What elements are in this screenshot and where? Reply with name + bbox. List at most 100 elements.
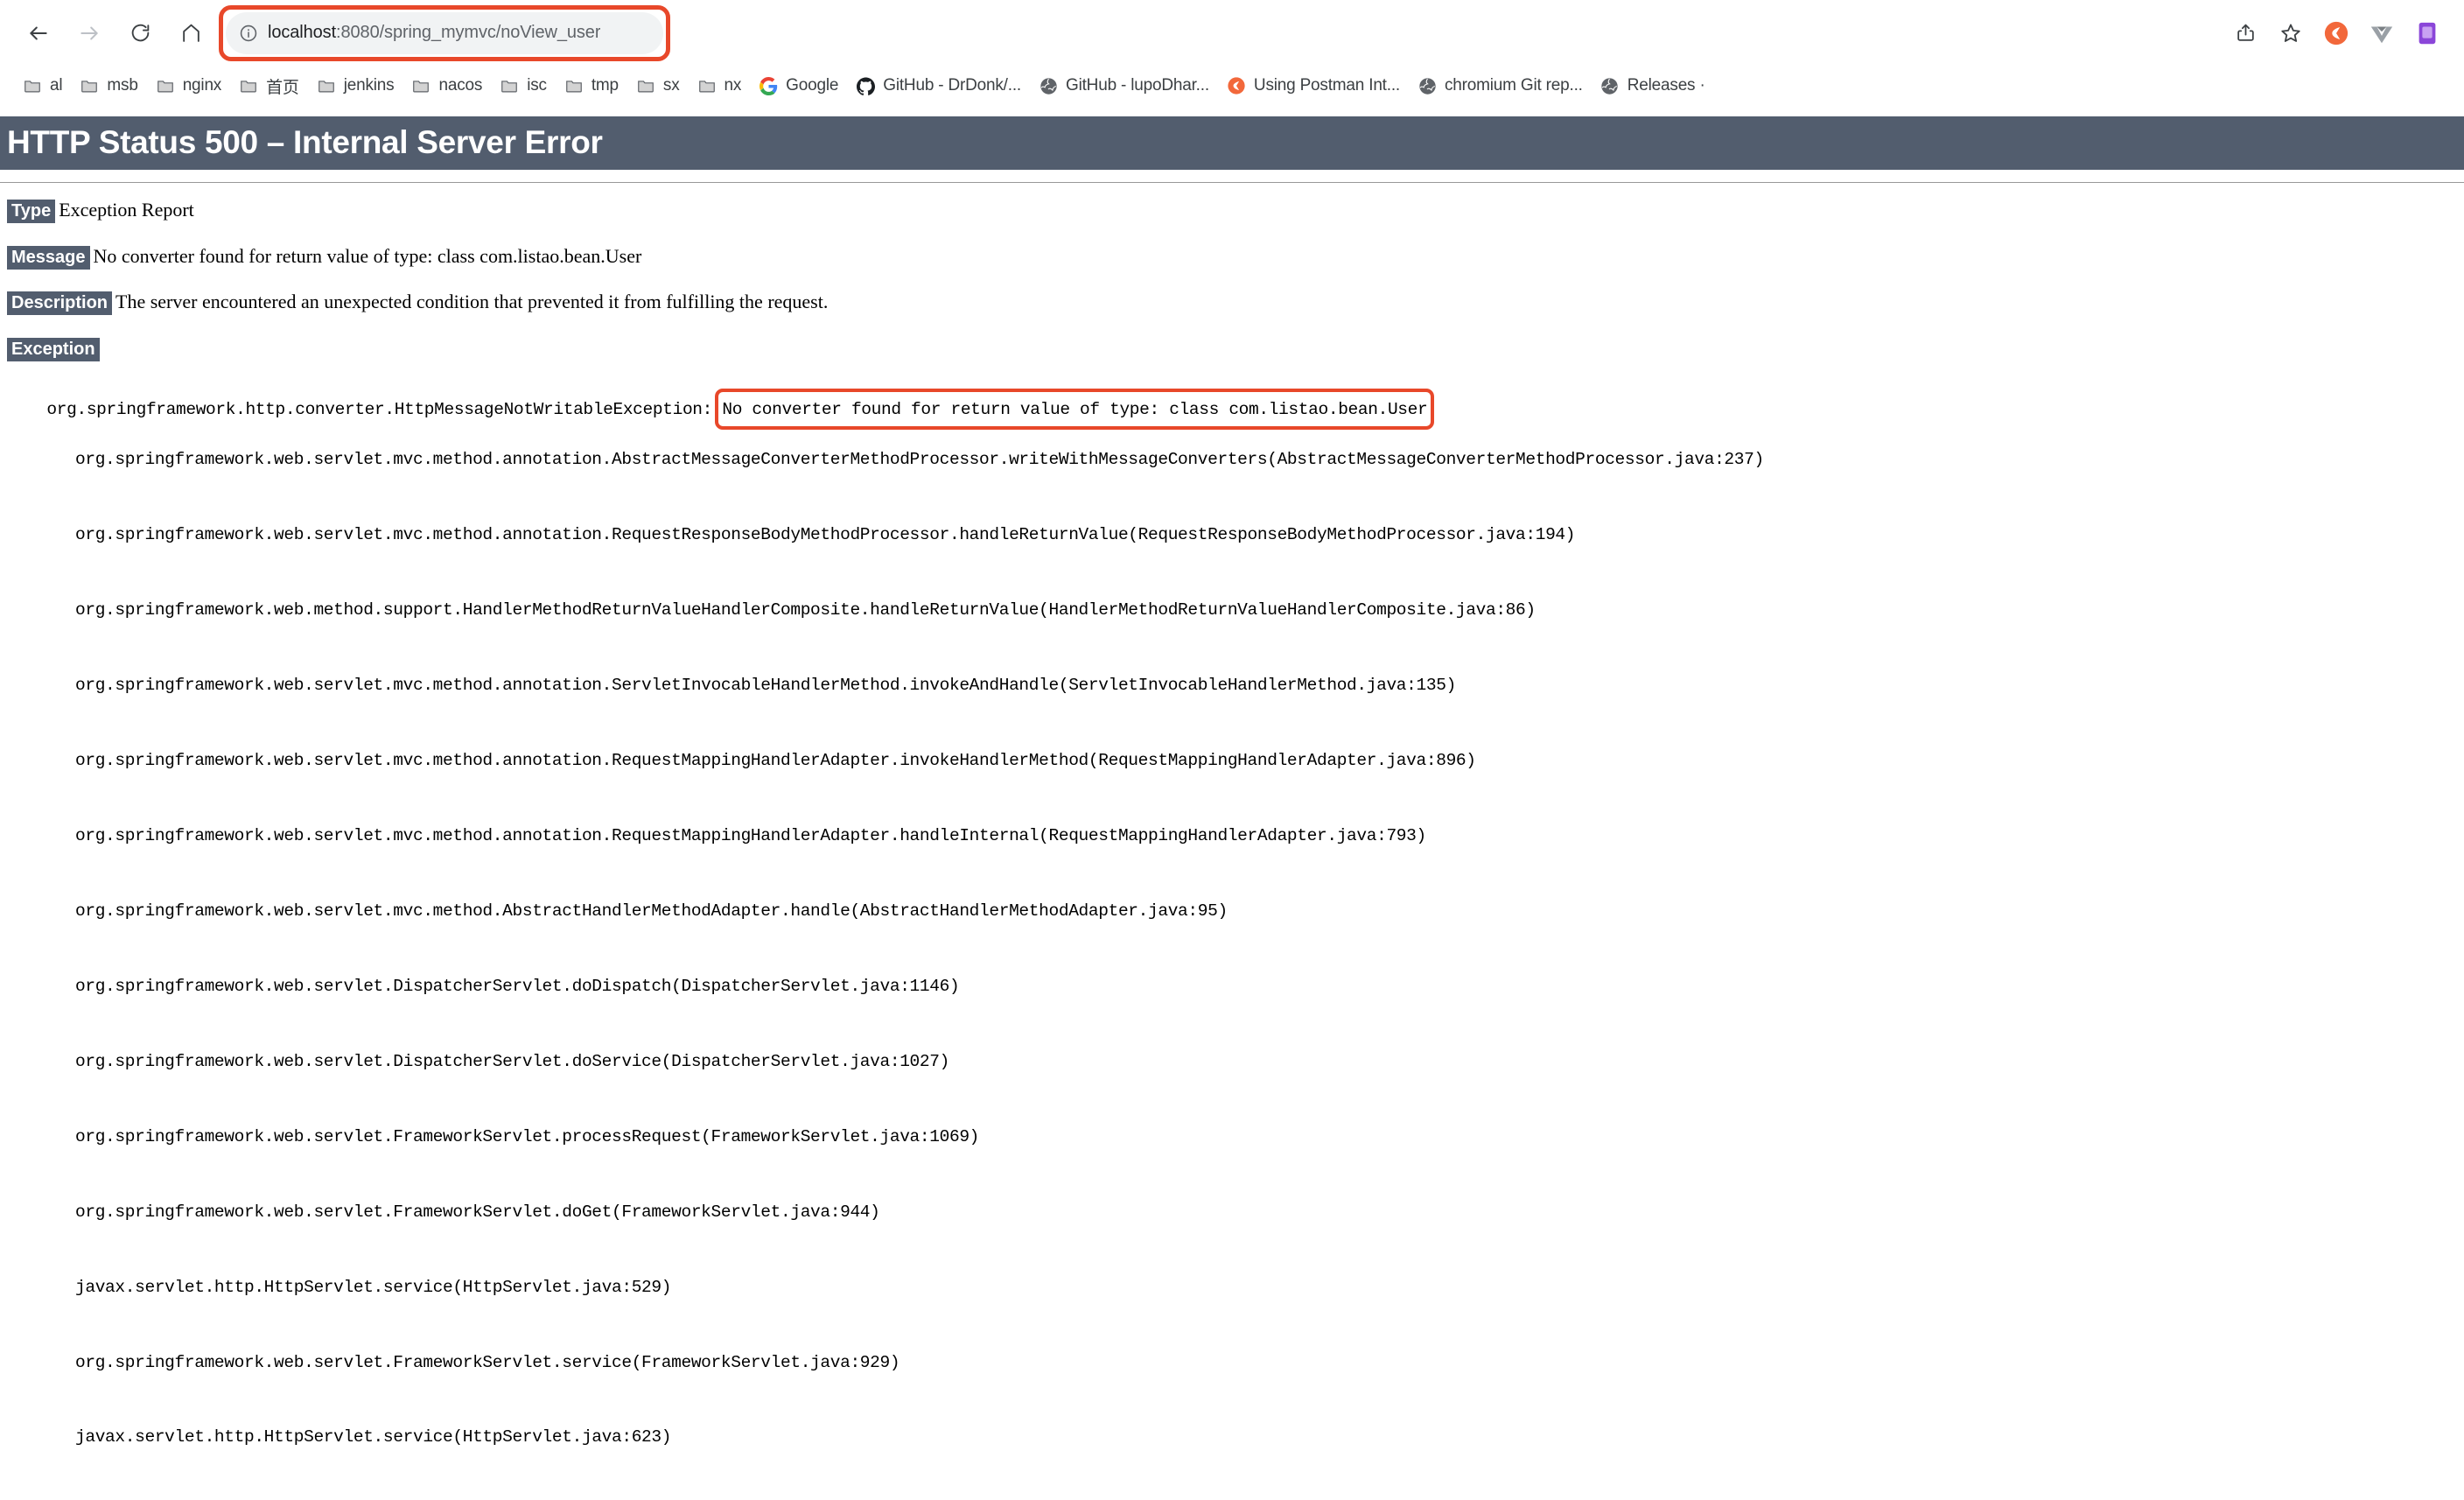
bookmark-item[interactable]: tmp xyxy=(556,70,627,102)
folder-icon xyxy=(23,76,42,95)
bookmark-label: tmp xyxy=(591,76,619,95)
folder-icon xyxy=(500,76,519,95)
home-icon xyxy=(182,24,200,42)
bookmark-label: isc xyxy=(527,76,547,95)
exception-class: org.springframework.http.converter.HttpM… xyxy=(46,399,713,419)
postman-extension-icon[interactable] xyxy=(2315,12,2357,54)
bookmark-label: Using Postman Int... xyxy=(1253,76,1400,95)
stack-trace-line: org.springframework.web.method.support.H… xyxy=(75,599,1536,620)
stack-trace-line: org.springframework.web.servlet.mvc.meth… xyxy=(75,524,1576,544)
error-page-content: HTTP Status 500 – Internal Server Error … xyxy=(0,116,2464,1500)
bookmark-item[interactable]: isc xyxy=(491,70,556,102)
bookmark-label: Releases · xyxy=(1627,76,1705,95)
globe-icon xyxy=(1600,76,1620,95)
stack-trace-line: javax.servlet.http.HttpServlet.service(H… xyxy=(75,1277,672,1297)
bookmark-item[interactable]: Releases · xyxy=(1592,70,1714,102)
bookmark-item[interactable]: msb xyxy=(71,70,146,102)
bookmark-label: chromium Git rep... xyxy=(1445,76,1583,95)
bookmark-item[interactable]: chromium Git rep... xyxy=(1409,70,1592,102)
message-value: No converter found for return value of t… xyxy=(93,244,642,267)
folder-icon xyxy=(80,76,99,95)
stack-trace-line: org.springframework.web.servlet.mvc.meth… xyxy=(75,675,1456,695)
bookmark-label: GitHub - DrDonk/... xyxy=(883,76,1021,95)
bookmark-label: nx xyxy=(724,76,742,95)
stack-trace-line: org.springframework.web.servlet.mvc.meth… xyxy=(75,750,1476,770)
bookmark-label: 首页 xyxy=(266,78,299,97)
bookmark-item-google[interactable]: Google xyxy=(750,70,847,102)
bookmark-label: jenkins xyxy=(343,76,395,95)
stack-trace-line: org.springframework.web.servlet.Framewor… xyxy=(75,1126,980,1146)
postman-icon xyxy=(1227,76,1246,95)
bookmark-label: GitHub - lupoDhar... xyxy=(1066,76,1209,95)
stack-trace-block: org.springframework.http.converter.HttpM… xyxy=(7,372,2464,1500)
folder-icon xyxy=(156,76,175,95)
bookmark-item[interactable]: GitHub - lupoDhar... xyxy=(1030,70,1218,102)
browser-toolbar: localhost:8080/spring_mymvc/noView_user xyxy=(0,0,2464,66)
bookmark-label: msb xyxy=(107,76,138,95)
stack-trace-line: org.springframework.web.servlet.Dispatch… xyxy=(75,1051,949,1071)
home-button[interactable] xyxy=(168,11,214,56)
forward-button[interactable] xyxy=(66,11,112,56)
stack-trace-line: org.springframework.web.servlet.Framewor… xyxy=(75,1202,880,1222)
bookmark-item[interactable]: al xyxy=(14,70,71,102)
message-label: Message xyxy=(7,245,90,270)
folder-icon xyxy=(239,76,258,95)
bookmark-item[interactable]: nacos xyxy=(402,70,491,102)
toolbar-right-icons xyxy=(2224,12,2448,54)
vue-devtools-extension-icon[interactable] xyxy=(2361,12,2403,54)
type-value: Exception Report xyxy=(59,199,194,221)
reload-icon xyxy=(131,24,149,42)
stack-trace-line: org.springframework.web.servlet.Framewor… xyxy=(75,1352,900,1372)
folder-icon xyxy=(564,76,584,95)
stack-trace-line: javax.servlet.http.HttpServlet.service(H… xyxy=(75,1427,672,1447)
stack-trace-line: org.springframework.web.servlet.mvc.meth… xyxy=(75,901,1228,921)
bookmark-item[interactable]: sx xyxy=(627,70,689,102)
bookmark-item-github[interactable]: GitHub - DrDonk/... xyxy=(847,70,1030,102)
reload-button[interactable] xyxy=(117,11,163,56)
folder-icon xyxy=(317,76,336,95)
bookmarks-bar: al msb nginx 首页 jenkins nacos isc tmp sx… xyxy=(0,66,2464,106)
url-text: localhost:8080/spring_mymvc/noView_user xyxy=(268,23,600,43)
bookmark-item[interactable]: nx xyxy=(689,70,751,102)
bookmark-label: sx xyxy=(662,76,680,95)
globe-icon xyxy=(1039,76,1058,95)
url-host: localhost xyxy=(268,23,337,42)
type-label: Type xyxy=(7,200,56,224)
bookmark-item[interactable]: nginx xyxy=(147,70,230,102)
bookmark-star-icon[interactable] xyxy=(2270,12,2312,54)
folder-icon xyxy=(636,76,655,95)
stack-trace-line: org.springframework.web.servlet.mvc.meth… xyxy=(75,449,1764,469)
purple-extension-icon[interactable] xyxy=(2406,12,2448,54)
info-circle-icon[interactable] xyxy=(238,23,259,44)
google-icon xyxy=(759,76,778,95)
error-type-row: Type Exception Report xyxy=(7,199,2464,224)
error-exception-row: Exception xyxy=(7,337,2464,361)
url-path: :8080/spring_mymvc/noView_user xyxy=(336,23,601,42)
exception-label: Exception xyxy=(7,337,100,361)
bookmark-label: nacos xyxy=(438,76,483,95)
navigation-buttons xyxy=(16,11,214,56)
description-label: Description xyxy=(7,291,113,316)
address-bar-container: localhost:8080/spring_mymvc/noView_user xyxy=(219,4,2216,61)
bookmark-label: Google xyxy=(786,76,839,95)
stack-trace-line: org.springframework.web.servlet.Dispatch… xyxy=(75,976,960,996)
stack-trace-line: org.springframework.web.servlet.mvc.meth… xyxy=(75,825,1426,845)
globe-icon xyxy=(1418,76,1437,95)
share-icon[interactable] xyxy=(2224,12,2266,54)
bookmark-item[interactable]: 首页 xyxy=(230,70,308,102)
error-message-row: Message No converter found for return val… xyxy=(7,244,2464,270)
page-title: HTTP Status 500 – Internal Server Error xyxy=(0,116,2464,171)
exception-first-line: org.springframework.http.converter.HttpM… xyxy=(46,388,1435,431)
back-button[interactable] xyxy=(16,11,61,56)
arrow-right-icon xyxy=(80,26,98,39)
bookmark-label: al xyxy=(50,76,63,95)
error-description-row: Description The server encountered an une… xyxy=(7,291,2464,316)
address-bar[interactable]: localhost:8080/spring_mymvc/noView_user xyxy=(226,11,663,54)
exception-message-text: No converter found for return value of t… xyxy=(722,399,1428,419)
bookmark-item[interactable]: jenkins xyxy=(308,70,403,102)
bookmark-label: nginx xyxy=(182,76,222,95)
exception-message-highlighted: No converter found for return value of t… xyxy=(715,388,1435,431)
description-value: The server encountered an unexpected con… xyxy=(116,291,829,313)
divider xyxy=(0,182,2464,184)
bookmark-item-postman[interactable]: Using Postman Int... xyxy=(1218,70,1409,102)
